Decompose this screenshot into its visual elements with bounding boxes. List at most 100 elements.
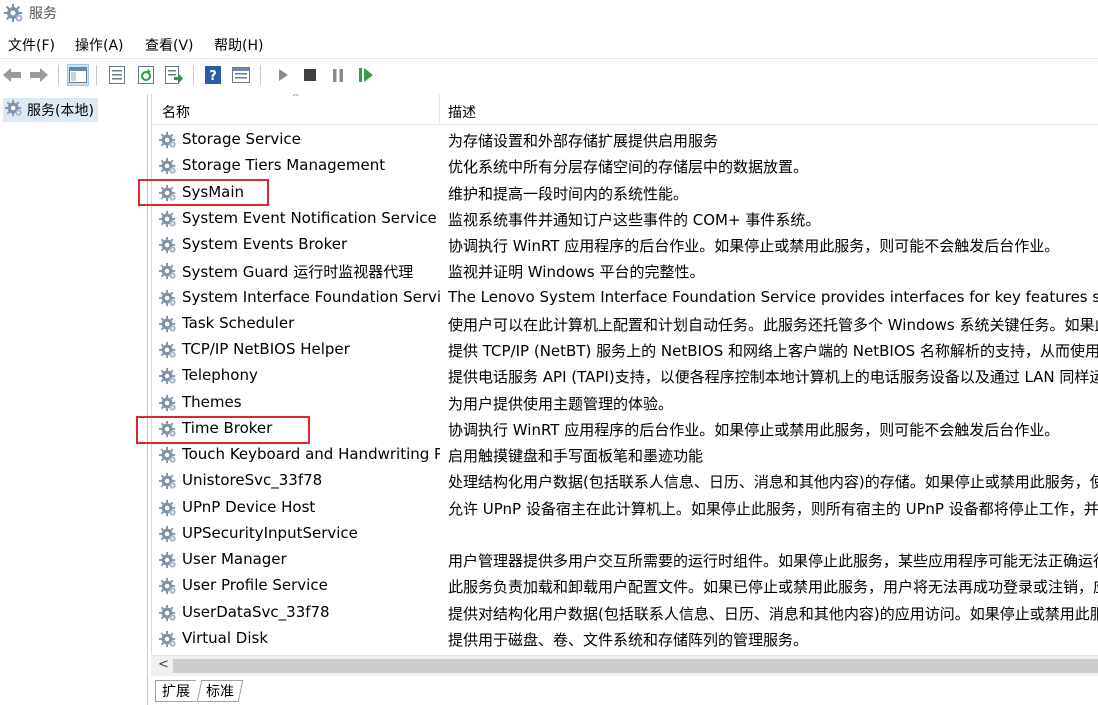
service-description: The Lenovo System Interface Foundation S…: [448, 287, 1098, 306]
table-row[interactable]: TCP/IP NetBIOS Helper 提供 TCP/IP (NetBT) 服…: [152, 337, 1098, 363]
service-gear-icon: [159, 341, 177, 363]
services-gear-icon: [4, 3, 24, 27]
properties-icon[interactable]: [106, 64, 128, 86]
table-row[interactable]: Storage Service 为存储设置和外部存储扩展提供启用服务: [152, 127, 1098, 153]
tab-standard[interactable]: 标准: [196, 680, 244, 702]
column-header-description[interactable]: 描述: [448, 102, 476, 122]
table-row[interactable]: Touch Keyboard and Handwriting Pa... 启用触摸…: [152, 442, 1098, 468]
service-description: 协调执行 WinRT 应用程序的后台作业。如果停止或禁用此服务，则可能不会触发后…: [448, 237, 1060, 255]
table-row[interactable]: SysMain 维护和提高一段时间内的系统性能。: [152, 180, 1098, 206]
horizontal-scrollbar[interactable]: <: [151, 655, 1098, 676]
toolbar: ?: [0, 58, 1098, 91]
service-gear-icon: [159, 394, 177, 416]
service-description: 提供电话服务 API (TAPI)支持，以便各程序控制本地计算机上的电话服务设备…: [448, 368, 1098, 387]
service-name: Telephony: [182, 366, 258, 385]
service-name: TCP/IP NetBIOS Helper: [182, 340, 350, 358]
view-tabs: 扩展 标准: [151, 676, 1098, 705]
service-gear-icon: [159, 157, 177, 179]
table-row[interactable]: UserDataSvc_33f78 提供对结构化用户数据(包括联系人信息、日历、消…: [152, 600, 1098, 626]
service-name: Themes: [182, 392, 242, 411]
service-description: 启用触摸键盘和手写面板笔和墨迹功能: [448, 447, 704, 465]
service-gear-icon: [159, 210, 177, 232]
refresh-icon[interactable]: [135, 64, 157, 86]
back-arrow-icon[interactable]: [1, 64, 23, 86]
service-description: 处理结构化用户数据(包括联系人信息、日历、消息和其他内容)的存储。如果停止或禁用…: [448, 473, 1098, 492]
service-gear-icon: [159, 630, 177, 652]
service-name: UserDataSvc_33f78: [182, 602, 330, 621]
service-description: 允许 UPnP 设备宿主在此计算机上。如果停止此服务，则所有宿主的 UPnP 设…: [448, 499, 1098, 518]
console-tree: 服务(本地): [0, 94, 148, 705]
service-gear-icon: [159, 236, 177, 258]
scrollbar-thumb[interactable]: [173, 659, 1098, 673]
table-row[interactable]: Themes 为用户提供使用主题管理的体验。: [152, 390, 1098, 416]
service-name: System Event Notification Service: [182, 208, 437, 227]
toolbar-separator: [96, 65, 97, 85]
service-gear-icon: [159, 604, 177, 626]
table-row[interactable]: Task Scheduler 使用户可以在此计算机上配置和计划自动任务。此服务还托…: [152, 311, 1098, 337]
service-gear-icon: [159, 499, 177, 521]
table-row[interactable]: System Events Broker 协调执行 WinRT 应用程序的后台作业…: [152, 232, 1098, 258]
service-gear-icon: [159, 289, 177, 311]
service-description: 维护和提高一段时间内的系统性能。: [448, 184, 689, 203]
highlight-box-time-broker: [136, 416, 310, 444]
service-name: System Events Broker: [182, 235, 348, 253]
service-gear-icon: [159, 315, 177, 337]
service-name: Touch Keyboard and Handwriting Pa...: [182, 445, 440, 463]
table-row[interactable]: Telephony 提供电话服务 API (TAPI)支持，以便各程序控制本地计算…: [152, 363, 1098, 389]
service-description: 提供用于磁盘、卷、文件系统和存储阵列的管理服务。: [448, 630, 809, 649]
service-gear-icon: [159, 525, 177, 547]
service-gear-icon: [159, 577, 177, 599]
column-divider[interactable]: [439, 94, 440, 124]
toolbar-separator: [58, 65, 59, 85]
service-description: 优化系统中所有分层存储空间的存储层中的数据放置。: [448, 158, 809, 177]
tab-extended-label: 扩展: [162, 684, 190, 700]
table-row[interactable]: UPSecurityInputService: [152, 521, 1098, 547]
service-description: 协调执行 WinRT 应用程序的后台作业。如果停止或禁用此服务，则可能不会触发后…: [448, 420, 1060, 439]
table-row[interactable]: System Interface Foundation Service The L…: [152, 285, 1098, 311]
service-description: 监视系统事件并通知订户这些事件的 COM+ 事件系统。: [448, 210, 821, 229]
menu-file[interactable]: 文件(F): [8, 35, 55, 55]
table-row[interactable]: User Profile Service 此服务负责加载和卸载用户配置文件。如果已…: [152, 573, 1098, 599]
show-hide-console-tree-icon[interactable]: [67, 64, 89, 86]
stop-service-icon[interactable]: [299, 64, 321, 86]
export-list-icon[interactable]: [163, 64, 185, 86]
pause-service-icon[interactable]: [327, 64, 349, 86]
service-name: System Guard 运行时监视器代理: [182, 263, 414, 282]
service-name: Virtual Disk: [182, 628, 269, 647]
service-name: User Profile Service: [182, 576, 328, 595]
service-description: 此服务负责加载和卸载用户配置文件。如果已停止或禁用此服务，用户将无法再成功登录或…: [448, 578, 1098, 597]
service-gear-icon: [159, 262, 177, 284]
table-row[interactable]: UPnP Device Host 允许 UPnP 设备宿主在此计算机上。如果停止此…: [152, 495, 1098, 521]
help-icon[interactable]: ?: [202, 64, 224, 86]
forward-arrow-icon[interactable]: [28, 64, 50, 86]
table-row[interactable]: UnistoreSvc_33f78 处理结构化用户数据(包括联系人信息、日历、消息…: [152, 468, 1098, 494]
table-row[interactable]: System Guard 运行时监视器代理 监视并证明 Windows 平台的完整…: [152, 258, 1098, 284]
scroll-left-icon[interactable]: <: [158, 657, 169, 672]
table-row[interactable]: System Event Notification Service 监视系统事件并…: [152, 206, 1098, 232]
sort-caret-icon: ^: [292, 94, 300, 103]
menu-view[interactable]: 查看(V): [145, 35, 194, 55]
service-name: Task Scheduler: [182, 313, 295, 332]
table-row[interactable]: Virtual Disk 提供用于磁盘、卷、文件系统和存储阵列的管理服务。: [152, 626, 1098, 652]
tab-standard-label: 标准: [206, 684, 234, 700]
menu-bar: 文件(F) 操作(A) 查看(V) 帮助(H): [0, 31, 1098, 57]
restart-service-icon[interactable]: [355, 64, 377, 86]
service-name: UPnP Device Host: [182, 497, 316, 516]
start-service-icon[interactable]: [272, 64, 294, 86]
tree-item-services-local[interactable]: 服务(本地): [3, 98, 98, 122]
window-title: 服务: [29, 6, 57, 22]
list-rows: Storage Service 为存储设置和外部存储扩展提供启用服务 Storage…: [152, 127, 1098, 652]
toolbar-separator: [260, 65, 261, 85]
svg-text:?: ?: [209, 69, 217, 84]
column-header-name[interactable]: 名称: [162, 102, 190, 122]
service-description: 提供对结构化用户数据(包括联系人信息、日历、消息和其他内容)的应用访问。如果停止…: [448, 604, 1098, 623]
console-view-icon[interactable]: [230, 64, 252, 86]
service-name: UPSecurityInputService: [182, 523, 358, 542]
service-description: 使用户可以在此计算机上配置和计划自动任务。此服务还托管多个 Windows 系统…: [448, 315, 1098, 334]
highlight-box-sysmain: [138, 179, 269, 206]
table-row[interactable]: User Manager 用户管理器提供多用户交互所需要的运行时组件。如果停止此服…: [152, 547, 1098, 573]
table-row[interactable]: Storage Tiers Management 优化系统中所有分层存储空间的存储…: [152, 153, 1098, 179]
tab-extended[interactable]: 扩展: [155, 680, 196, 702]
menu-action[interactable]: 操作(A): [75, 35, 124, 55]
menu-help[interactable]: 帮助(H): [214, 35, 263, 55]
